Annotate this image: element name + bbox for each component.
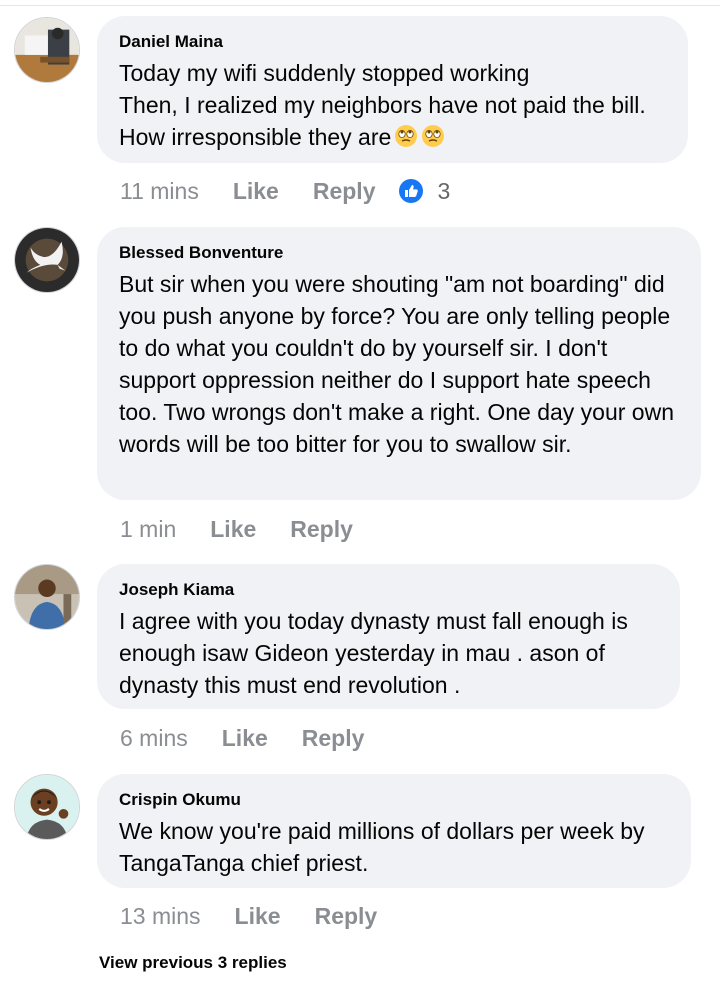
like-button[interactable]: Like <box>222 723 268 753</box>
dove-avatar-icon <box>15 228 79 292</box>
avatar-photo-icon <box>15 565 79 629</box>
author-name[interactable]: Blessed Bonventure <box>119 243 679 263</box>
comment-actions: 6 mins Like Reply <box>120 723 398 753</box>
reply-button[interactable]: Reply <box>302 723 365 753</box>
view-previous-replies-link[interactable]: View previous 3 replies <box>99 952 287 974</box>
like-thumbs-up-icon[interactable] <box>398 178 424 204</box>
avatar[interactable] <box>14 564 80 630</box>
timestamp[interactable]: 11 mins <box>120 176 199 206</box>
author-name[interactable]: Daniel Maina <box>119 32 666 52</box>
author-name[interactable]: Crispin Okumu <box>119 790 669 810</box>
comment-text: I agree with you today dynasty must fall… <box>119 608 628 698</box>
avatar[interactable] <box>14 227 80 293</box>
rolling-eyes-emoji-icon <box>422 125 445 147</box>
author-name[interactable]: Joseph Kiama <box>119 580 658 600</box>
avatar[interactable] <box>14 774 80 840</box>
comment-actions: 1 min Like Reply <box>120 514 387 544</box>
reply-button[interactable]: Reply <box>315 901 378 931</box>
timestamp[interactable]: 1 min <box>120 514 176 544</box>
comment-bubble: Joseph Kiama I agree with you today dyna… <box>97 564 680 709</box>
reaction-count[interactable]: 3 <box>438 176 451 206</box>
comment-actions: 13 mins Like Reply <box>120 901 411 931</box>
like-button[interactable]: Like <box>235 901 281 931</box>
comment-text: Today my wifi suddenly stopped working T… <box>119 60 646 150</box>
avatar[interactable] <box>14 17 80 83</box>
avatar-photo-icon <box>15 18 79 82</box>
reply-button[interactable]: Reply <box>290 514 353 544</box>
comment-actions: 11 mins Like Reply 3 <box>120 176 450 206</box>
comment-bubble: Blessed Bonventure But sir when you were… <box>97 227 701 500</box>
timestamp[interactable]: 6 mins <box>120 723 188 753</box>
rolling-eyes-emoji-icon <box>395 125 418 147</box>
like-button[interactable]: Like <box>233 176 279 206</box>
comment-bubble: Crispin Okumu We know you're paid millio… <box>97 774 691 888</box>
like-button[interactable]: Like <box>210 514 256 544</box>
timestamp[interactable]: 13 mins <box>120 901 201 931</box>
avatar-cartoon-icon <box>15 775 79 839</box>
comment-bubble: Daniel Maina Today my wifi suddenly stop… <box>97 16 688 163</box>
reply-button[interactable]: Reply <box>313 176 376 206</box>
comment-text: We know you're paid millions of dollars … <box>119 818 645 876</box>
comment-text: But sir when you were shouting "am not b… <box>119 271 674 457</box>
top-divider <box>0 5 720 6</box>
